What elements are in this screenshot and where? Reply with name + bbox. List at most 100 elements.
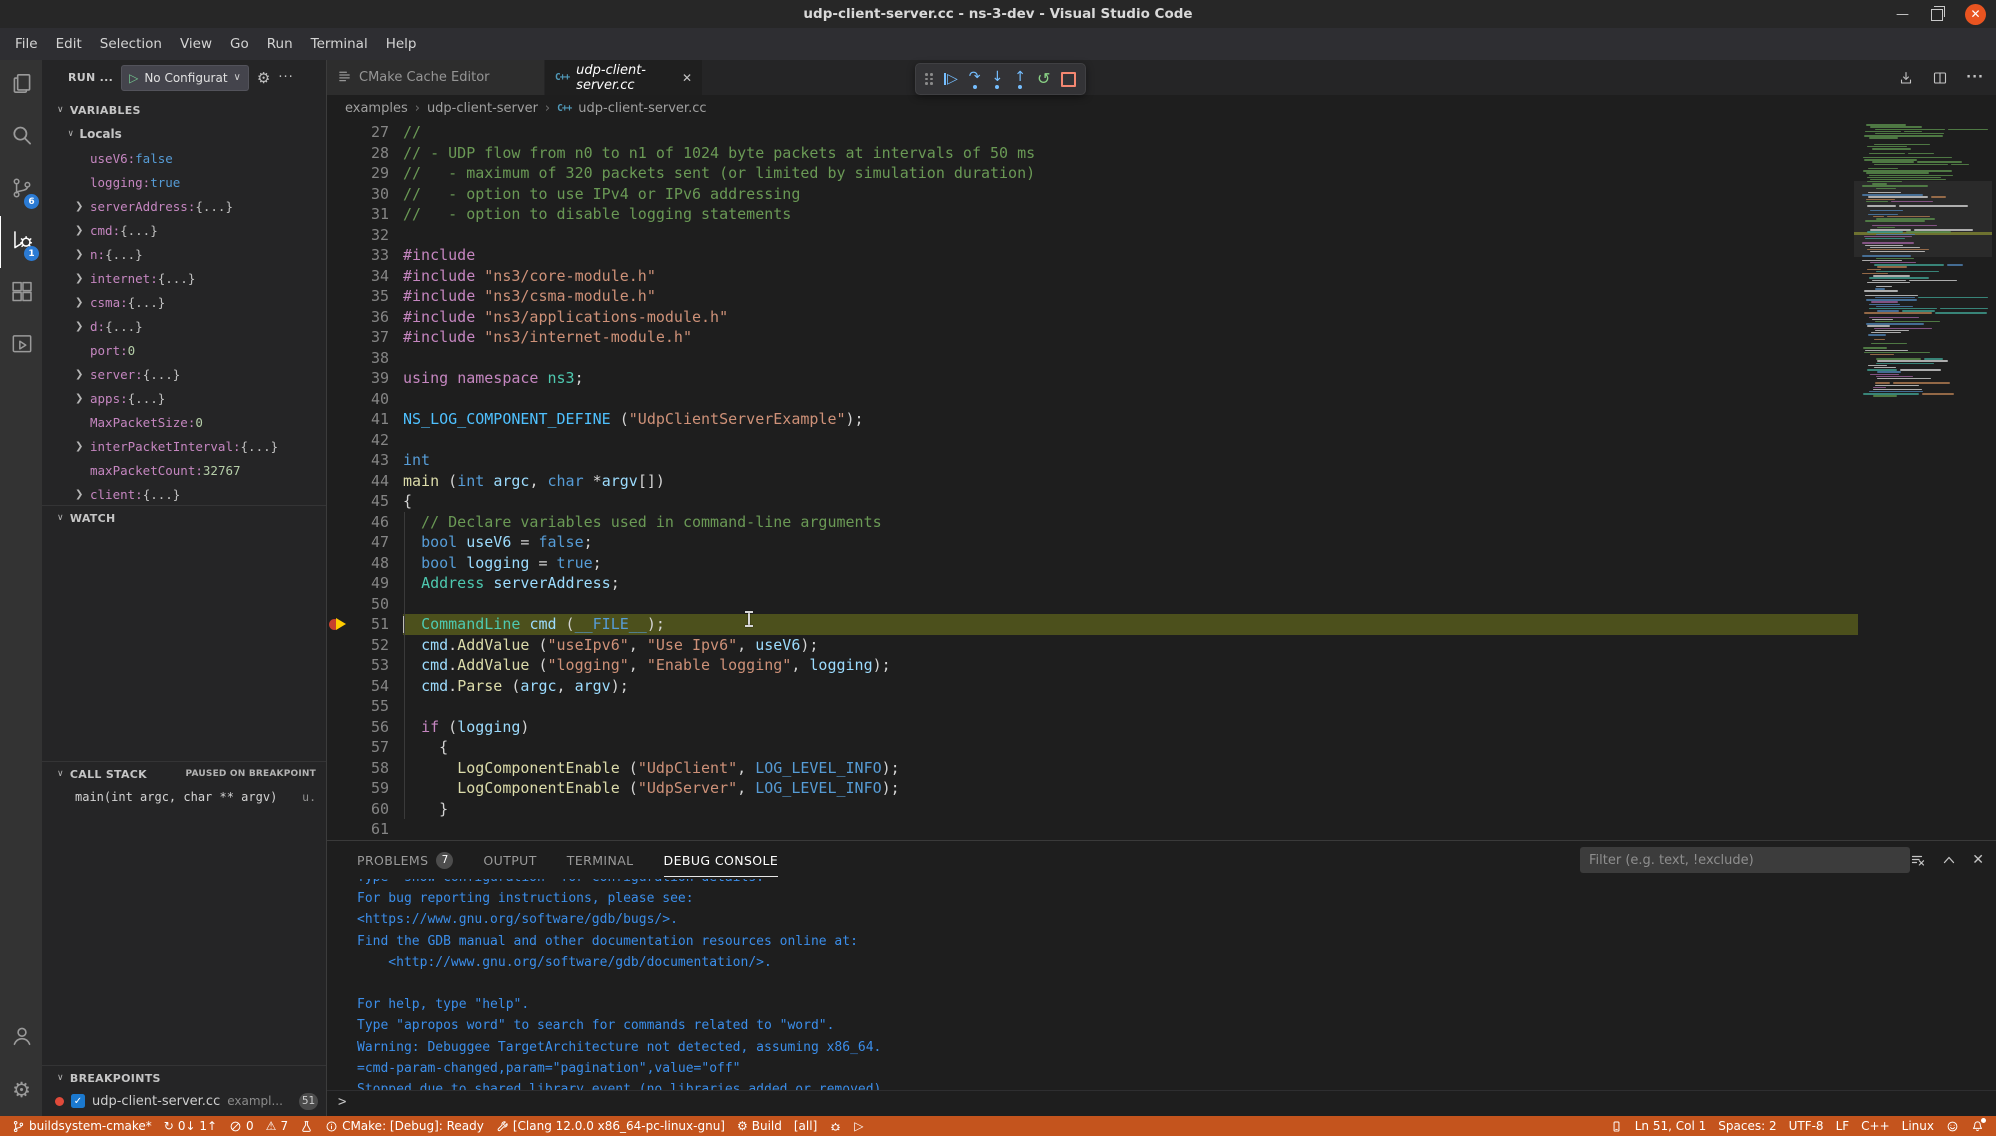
breakpoint-margin[interactable] [327,368,357,389]
status-play-icon[interactable]: ▷ [848,1116,869,1136]
variables-section-header[interactable]: ∨ VARIABLES [42,98,326,122]
status-build[interactable]: ⚙Build [731,1116,788,1136]
breakpoint-margin[interactable] [327,512,357,533]
maximize-panel-icon[interactable] [1941,852,1957,868]
menu-selection[interactable]: Selection [91,31,171,57]
restore-button[interactable] [1931,7,1943,21]
breakpoint-margin[interactable] [327,614,357,635]
breakpoint-margin[interactable] [327,184,357,205]
code-text[interactable] [403,819,1858,840]
code-text[interactable]: // Declare variables used in command-lin… [403,512,1858,533]
gutter[interactable]: 36 [327,307,403,328]
gutter[interactable]: 40 [327,389,403,410]
clear-console-icon[interactable] [1910,852,1926,868]
panel-tab-output[interactable]: OUTPUT [483,843,536,877]
gutter[interactable]: 55 [327,696,403,717]
gutter[interactable]: 45 [327,491,403,512]
status-beaker-icon[interactable] [294,1116,319,1136]
status-ln-51-col-1[interactable]: Ln 51, Col 1 [1629,1116,1713,1136]
code-text[interactable]: // - option to use IPv4 or IPv6 addressi… [403,184,1858,205]
status-bug-icon[interactable] [823,1116,848,1136]
breakpoint-margin[interactable] [327,594,357,615]
menu-file[interactable]: File [6,31,47,57]
more-actions-icon[interactable]: ··· [1966,70,1984,85]
gutter[interactable]: 56 [327,717,403,738]
status-lf[interactable]: LF [1830,1116,1856,1136]
breakpoint-margin[interactable] [327,163,357,184]
breakpoint-margin[interactable] [327,696,357,717]
variable-usev6[interactable]: useV6: false [42,146,326,170]
breakpoints-section-header[interactable]: ∨ BREAKPOINTS [42,1065,326,1090]
gutter[interactable]: 58 [327,758,403,779]
status-cmake-debug-ready[interactable]: CMake: [Debug]: Ready [319,1116,490,1136]
tray-download-icon[interactable] [1898,70,1914,86]
status-clang-12-0-0-x86-64-pc-linux-gnu[interactable]: [Clang 12.0.0 x86_64-pc-linux-gnu] [490,1116,731,1136]
code-editor[interactable]: 27//28// - UDP flow from n0 to n1 of 102… [327,122,1996,840]
code-text[interactable] [403,594,1858,615]
breakpoint-margin[interactable] [327,450,357,471]
code-text[interactable]: bool useV6 = false; [403,532,1858,553]
code-text[interactable]: #include "ns3/internet-module.h" [403,327,1858,348]
code-text[interactable]: // - UDP flow from n0 to n1 of 1024 byte… [403,143,1858,164]
gutter[interactable]: 39 [327,368,403,389]
status-device-icon[interactable] [1604,1116,1629,1136]
variable-client[interactable]: ❯client: {...} [42,482,326,506]
breakpoint-margin[interactable] [327,266,357,287]
breakpoint-margin[interactable] [327,286,357,307]
code-text[interactable]: // - maximum of 320 packets sent (or lim… [403,163,1858,184]
code-text[interactable]: using namespace ns3; [403,368,1858,389]
status-0[interactable]: 0 [223,1116,260,1136]
variable-server[interactable]: ❯server: {...} [42,362,326,386]
menu-run[interactable]: Run [258,31,302,57]
step-over-button[interactable]: ↷ [969,70,981,89]
menu-view[interactable]: View [171,31,221,57]
breakpoint-item[interactable]: ✓udp-client-server.ccexampl...51 [42,1089,326,1113]
code-text[interactable]: if (logging) [403,717,1858,738]
activity-settings[interactable]: ⚙ [0,1064,42,1116]
breakpoint-margin[interactable] [327,676,357,697]
breadcrumb-item[interactable]: udp-client-server.cc [578,101,706,116]
code-text[interactable]: bool logging = true; [403,553,1858,574]
minimize-button[interactable]: — [1896,7,1909,22]
code-text[interactable]: #include "ns3/core-module.h" [403,266,1858,287]
code-text[interactable] [403,348,1858,369]
watch-section-header[interactable]: ∨ WATCH [42,505,326,530]
menu-edit[interactable]: Edit [47,31,91,57]
variable-d[interactable]: ❯d: {...} [42,314,326,338]
variable-cmd[interactable]: ❯cmd: {...} [42,218,326,242]
code-text[interactable]: #include [403,245,1858,266]
variable-maxpacketsize[interactable]: MaxPacketSize: 0 [42,410,326,434]
gutter[interactable]: 42 [327,430,403,451]
call-stack-frame[interactable]: main(int argc, char ** argv)u. [42,785,326,809]
breakpoint-checkbox[interactable]: ✓ [71,1094,85,1108]
variable-csma[interactable]: ❯csma: {...} [42,290,326,314]
status-c[interactable]: C++ [1855,1116,1896,1136]
breadcrumb-item[interactable]: udp-client-server [427,101,538,116]
breakpoint-margin[interactable] [327,143,357,164]
breakpoint-margin[interactable] [327,635,357,656]
breakpoint-margin[interactable] [327,553,357,574]
gutter[interactable]: 27 [327,122,403,143]
code-text[interactable]: // - option to disable logging statement… [403,204,1858,225]
close-panel-icon[interactable]: ✕ [1972,852,1984,868]
activity-search[interactable] [0,112,42,164]
debug-config-dropdown[interactable]: ▷ No Configurat ∨ [121,65,249,91]
variable-n[interactable]: ❯n: {...} [42,242,326,266]
breakpoint-margin[interactable] [327,778,357,799]
code-text[interactable]: #include "ns3/csma-module.h" [403,286,1858,307]
breakpoint-margin[interactable] [327,389,357,410]
breakpoint-margin[interactable] [327,655,357,676]
breakpoint-margin[interactable] [327,430,357,451]
gutter[interactable]: 51 [327,614,403,635]
gutter[interactable]: 38 [327,348,403,369]
status-0-1[interactable]: ↻0↓ 1↑ [158,1116,223,1136]
activity-extensions[interactable] [0,268,42,320]
code-text[interactable]: } [403,799,1858,820]
debug-console[interactable]: Type "show configuration" for configurat… [327,879,1996,1090]
step-into-button[interactable]: ↓ [992,70,1004,89]
code-text[interactable]: Address serverAddress; [403,573,1858,594]
stop-button[interactable] [1061,72,1076,87]
activity-explorer[interactable] [0,60,42,112]
gutter[interactable]: 44 [327,471,403,492]
variable-internet[interactable]: ❯internet: {...} [42,266,326,290]
